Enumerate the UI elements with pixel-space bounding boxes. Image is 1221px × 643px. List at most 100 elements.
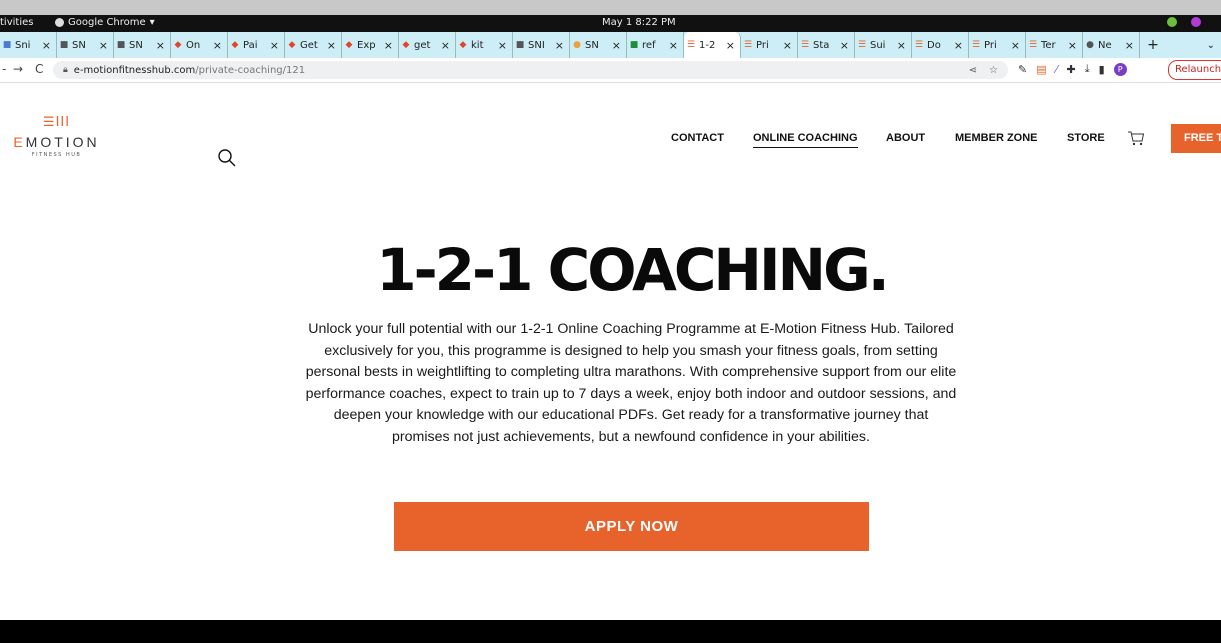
download-icon[interactable]: ⤓ [1085, 62, 1090, 76]
tab-label: SN [72, 39, 86, 51]
system-top-bar: tivities Google Chrome ▾ May 1 8:22 PM [0, 15, 1221, 32]
close-icon[interactable]: × [669, 39, 678, 52]
close-icon[interactable]: × [441, 39, 450, 52]
close-icon[interactable]: × [954, 39, 963, 52]
url-text: e-motionfitnesshub.com/private-coaching/… [73, 64, 306, 76]
free-trial-button[interactable]: FREE TRIAL [1171, 124, 1221, 153]
gitlab-icon: ◆ [402, 40, 410, 50]
close-icon[interactable]: × [1125, 39, 1134, 52]
close-icon[interactable]: × [840, 39, 849, 52]
new-tab-button[interactable]: + [1140, 37, 1166, 53]
nav-contact[interactable]: CONTACT [671, 132, 724, 144]
browser-tab[interactable]: ☰ Pri × [741, 32, 798, 58]
app-menu-label: Google Chrome [68, 17, 146, 28]
sidepanel-icon[interactable]: ▮ [1099, 63, 1105, 76]
close-icon[interactable]: × [156, 39, 165, 52]
doc-icon: ■ [59, 40, 69, 50]
tab-label: ref [642, 39, 656, 51]
close-icon[interactable]: × [897, 39, 906, 52]
browser-tab[interactable]: ☰ Pri × [969, 32, 1026, 58]
browser-tab[interactable]: ☰ 1-2 × [684, 32, 741, 58]
emotion-icon: ☰ [1028, 40, 1038, 50]
nav-online-coaching[interactable]: ONLINE COACHING [753, 132, 858, 148]
browser-tab[interactable]: ☰ Sui × [855, 32, 912, 58]
forward-arrow-icon[interactable]: → [13, 62, 23, 76]
address-bar-row: - → C 🔒︎ e-motionfitnesshub.com/private-… [0, 58, 1221, 83]
close-icon[interactable]: × [726, 39, 735, 52]
close-icon[interactable]: × [1068, 39, 1077, 52]
app-menu[interactable]: Google Chrome ▾ [55, 17, 155, 28]
browser-tab[interactable]: ● SN × [570, 32, 627, 58]
tab-label: Pri [984, 39, 997, 51]
browser-tab[interactable]: ■ SNI × [513, 32, 570, 58]
relaunch-button[interactable]: Relaunch [1168, 60, 1221, 80]
lock-icon[interactable]: 🔒︎ [63, 65, 68, 75]
close-icon[interactable]: × [1011, 39, 1020, 52]
nav-member-zone[interactable]: MEMBER ZONE [955, 132, 1038, 144]
close-icon[interactable]: × [555, 39, 564, 52]
tab-label: SNI [528, 39, 545, 51]
close-icon[interactable]: × [270, 39, 279, 52]
browser-tab[interactable]: ◆ kit × [456, 32, 513, 58]
browser-tab[interactable]: ● Ne × [1083, 32, 1140, 58]
browser-tab[interactable]: ■ SN × [57, 32, 114, 58]
bookmark-star-icon[interactable]: ☆ [989, 65, 998, 76]
browser-tab[interactable]: ■ ref × [627, 32, 684, 58]
emotion-icon: ☰ [743, 40, 753, 50]
extensions-bar: ✎ ▤ ⁄ ✚ ⤓ ▮ P [1018, 62, 1127, 76]
site-logo[interactable]: ☰III EMOTION FITNESS HUB [9, 115, 104, 159]
tray-app-icon[interactable] [1167, 17, 1177, 27]
browser-tab[interactable]: ■ Sni × [0, 32, 57, 58]
close-icon[interactable]: × [384, 39, 393, 52]
omnibox[interactable]: 🔒︎ e-motionfitnesshub.com/private-coachi… [53, 61, 1008, 79]
tab-label: Sni [15, 39, 31, 51]
logo-mark: ☰III [42, 115, 71, 130]
clock[interactable]: May 1 8:22 PM [602, 17, 676, 28]
browser-tab[interactable]: ■ SN × [114, 32, 171, 58]
puzzle-icon[interactable]: ✚ [1066, 63, 1075, 76]
page-title: 1-2-1 COACHING. [376, 236, 889, 304]
gitlab-icon: ◆ [288, 40, 296, 50]
browser-tab[interactable]: ◆ On × [171, 32, 228, 58]
browser-tab[interactable]: ☰ Ter × [1026, 32, 1083, 58]
tab-label: Ne [1098, 39, 1112, 51]
snip-icon: ■ [2, 40, 12, 50]
eyedropper-icon[interactable]: ✎ [1018, 63, 1027, 76]
close-icon[interactable]: × [783, 39, 792, 52]
back-arrow-icon[interactable]: - [2, 62, 6, 76]
browser-tab[interactable]: ◆ Pai × [228, 32, 285, 58]
browser-tab[interactable]: ◆ Exp × [342, 32, 399, 58]
close-icon[interactable]: × [99, 39, 108, 52]
pen-icon[interactable]: ⁄ [1056, 63, 1058, 76]
logo-wordmark: EMOTION [13, 134, 100, 150]
tab-label: On [186, 39, 201, 51]
tab-label: Do [927, 39, 941, 51]
apply-now-button[interactable]: APPLY NOW [394, 502, 869, 551]
share-icon[interactable]: ⋖ [969, 65, 977, 76]
search-icon[interactable] [217, 148, 237, 172]
close-icon[interactable]: × [327, 39, 336, 52]
browser-tab[interactable]: ☰ Sta × [798, 32, 855, 58]
tray-app-icon[interactable] [1191, 17, 1201, 27]
chrome-icon: ● [573, 40, 581, 50]
activities-button[interactable]: tivities [0, 17, 33, 28]
browser-tab[interactable]: ◆ get × [399, 32, 456, 58]
close-icon[interactable]: × [42, 39, 51, 52]
reload-icon[interactable]: C [35, 62, 43, 76]
tab-search-icon[interactable]: ⌄ [1207, 40, 1215, 51]
avatar[interactable]: P [1113, 62, 1127, 76]
browser-tab[interactable]: ☰ Do × [912, 32, 969, 58]
intro-paragraph: Unlock your full potential with our 1-2-… [305, 321, 957, 445]
gitlab-icon: ◆ [459, 40, 467, 50]
close-icon[interactable]: × [612, 39, 621, 52]
close-icon[interactable]: × [213, 39, 222, 52]
close-icon[interactable]: × [498, 39, 507, 52]
browser-tab[interactable]: ◆ Get × [285, 32, 342, 58]
tab-label: Pri [756, 39, 769, 51]
doc-icon: ■ [116, 40, 126, 50]
cart-icon[interactable] [1127, 130, 1145, 150]
nav-about[interactable]: ABOUT [886, 132, 925, 144]
system-tray[interactable] [1167, 17, 1201, 27]
extension-icon[interactable]: ▤ [1036, 63, 1046, 76]
nav-store[interactable]: STORE [1067, 132, 1105, 144]
